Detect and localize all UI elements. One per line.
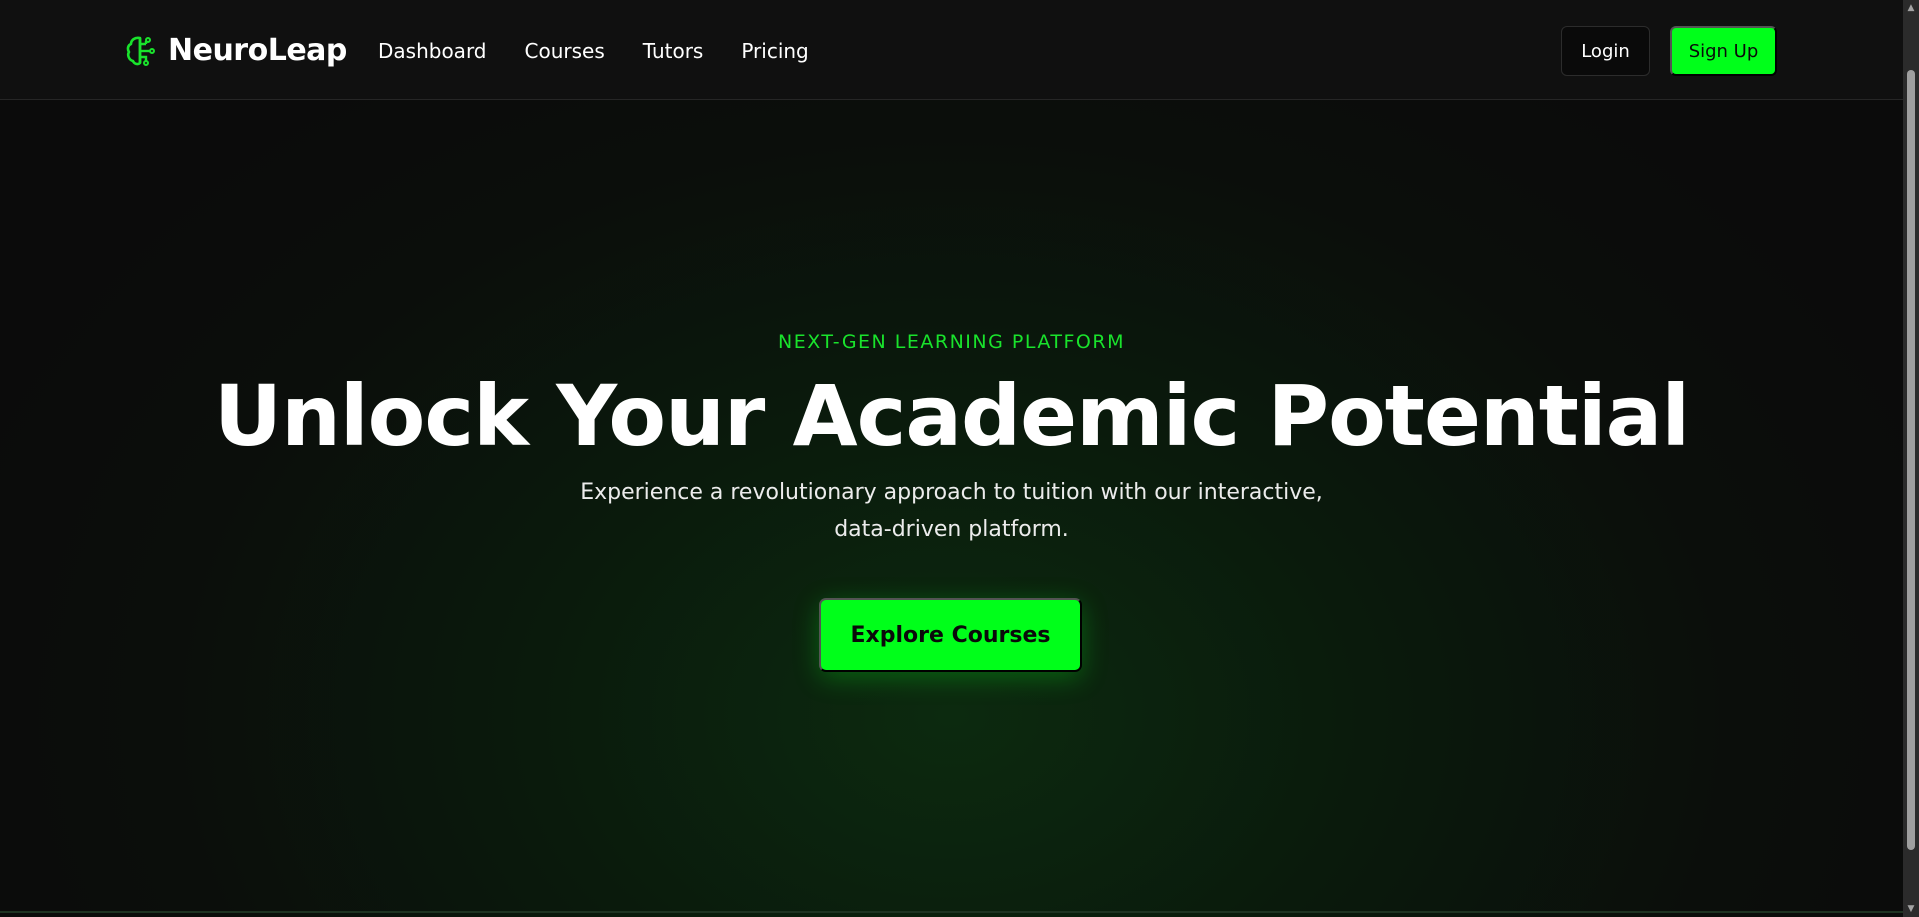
brand-logo[interactable]: NeuroLeap (126, 34, 347, 68)
brain-icon (126, 36, 155, 66)
hero-eyebrow: NEXT-GEN LEARNING PLATFORM (778, 331, 1125, 353)
nav-dashboard[interactable]: Dashboard (378, 37, 487, 65)
scroll-down-arrow-icon[interactable]: ▼ (1903, 901, 1919, 917)
bottom-divider (0, 911, 1903, 913)
signup-button[interactable]: Sign Up (1670, 26, 1777, 76)
nav-courses[interactable]: Courses (525, 37, 605, 65)
scrollbar-thumb[interactable] (1907, 70, 1915, 850)
scroll-up-arrow-icon[interactable]: ▲ (1903, 0, 1919, 16)
hero-title: Unlock Your Academic Potential (213, 367, 1690, 465)
main-nav: Dashboard Courses Tutors Pricing (378, 37, 847, 65)
explore-courses-button[interactable]: Explore Courses (819, 598, 1082, 672)
top-navbar: NeuroLeap Dashboard Courses Tutors Prici… (0, 0, 1903, 100)
page: NeuroLeap Dashboard Courses Tutors Prici… (0, 0, 1903, 917)
nav-tutors[interactable]: Tutors (643, 37, 704, 65)
hero-subtitle: Experience a revolutionary approach to t… (580, 480, 1323, 542)
brand-name: NeuroLeap (168, 33, 347, 68)
nav-pricing[interactable]: Pricing (741, 37, 808, 65)
login-button[interactable]: Login (1561, 26, 1650, 76)
vertical-scrollbar[interactable]: ▲ ▼ (1903, 0, 1919, 917)
